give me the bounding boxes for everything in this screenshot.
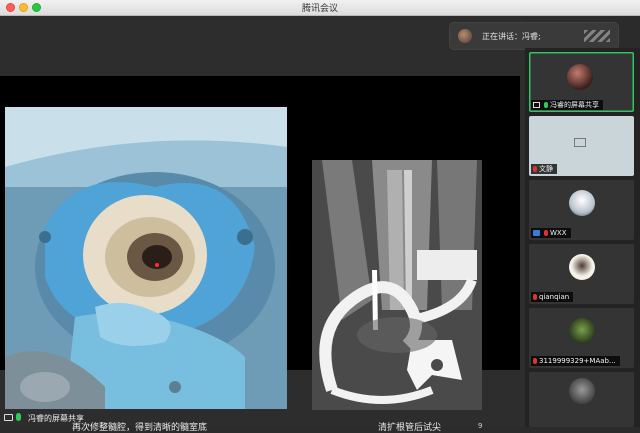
avatar	[569, 378, 595, 404]
mic-on-icon	[544, 102, 548, 108]
mic-muted-icon	[544, 230, 548, 236]
speaker-avatar	[458, 29, 472, 43]
participant-tile-partial[interactable]	[529, 372, 634, 427]
user-icon	[533, 230, 540, 236]
screen-share-name: 冯睿的屏幕共享	[28, 414, 84, 423]
screen-share-label: 冯睿的屏幕共享	[0, 410, 200, 427]
speaking-label: 正在讲话：冯睿;	[482, 32, 541, 41]
dental-photo-left	[5, 107, 287, 409]
signal-icon	[584, 30, 610, 42]
avatar	[567, 64, 593, 90]
mic-muted-icon	[533, 358, 537, 364]
participant-tile-3119999329[interactable]: 3119999329+MAab...	[529, 308, 634, 368]
participant-name: 文静	[531, 164, 557, 174]
participant-name: WXX	[531, 228, 571, 238]
avatar	[569, 254, 595, 280]
participant-tile-qianqian[interactable]: qianqian	[529, 244, 634, 304]
participant-tile-wenjing[interactable]: 文静	[529, 116, 634, 176]
mic-muted-icon	[533, 166, 537, 172]
participant-tile-wxx[interactable]: WXX	[529, 180, 634, 240]
window-titlebar: 腾讯会议	[0, 0, 640, 16]
participant-tile-screen-share[interactable]: 冯睿的屏幕共享	[529, 52, 634, 112]
camera-off-icon	[574, 138, 586, 147]
participant-name: 3119999329+MAab...	[531, 356, 620, 366]
participant-name: 冯睿的屏幕共享	[531, 100, 603, 110]
window-title: 腾讯会议	[301, 4, 338, 14]
speaking-indicator: 正在讲话：冯睿;	[450, 23, 618, 49]
mic-muted-icon	[533, 294, 537, 300]
presentation-slide: 再次修整髓腔，得到清晰的髓室底 清扩根管后试尖 9	[0, 76, 520, 433]
avatar	[569, 318, 595, 344]
participant-list: 冯睿的屏幕共享 文静 WXX qianqian 3119999329+MAab.…	[525, 48, 640, 427]
dental-xray-right	[312, 160, 482, 410]
slide-page-number: 9	[478, 422, 483, 430]
monitor-icon	[533, 102, 540, 108]
participant-name: qianqian	[531, 292, 574, 302]
mic-on-icon	[16, 413, 21, 421]
monitor-icon	[4, 414, 13, 421]
avatar	[569, 190, 595, 216]
